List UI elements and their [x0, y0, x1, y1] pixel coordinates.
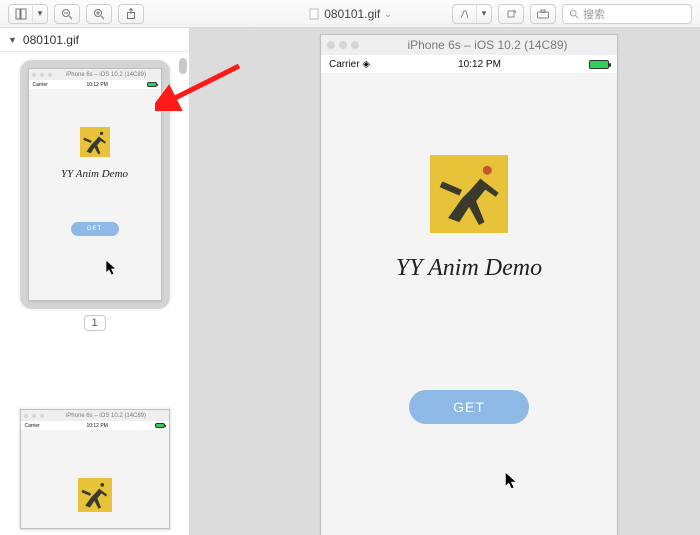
app-title: YY Anim Demo [61, 168, 128, 180]
traffic-lights [32, 73, 52, 77]
sidebar-file-header[interactable]: ▼ 080101.gif [0, 28, 189, 52]
status-bar: Carrier 10:12 PM [29, 80, 161, 89]
app-logo [80, 127, 110, 157]
battery-icon [589, 60, 609, 69]
canvas-area[interactable]: iPhone 6s – iOS 10.2 (14C89) Carrier ◈ 1… [190, 28, 700, 535]
battery-icon [147, 82, 157, 87]
cursor-icon [105, 259, 119, 277]
thumbnail-sim-1: iPhone 6s – iOS 10.2 (14C89) Carrier 10:… [28, 68, 162, 301]
wifi-icon: ◈ [362, 59, 370, 70]
rotate-button[interactable] [498, 4, 524, 24]
zoom-out-button[interactable] [54, 4, 80, 24]
get-button: GET [71, 222, 119, 236]
disclosure-triangle-icon[interactable]: ▼ [8, 35, 17, 45]
markup-icon[interactable] [453, 5, 477, 23]
share-icon [125, 8, 137, 20]
zoom-out-icon [61, 8, 73, 20]
search-field[interactable]: 搜索 [562, 4, 692, 24]
carrier-label: Carrier ◈ [329, 59, 370, 70]
app-logo [78, 478, 112, 512]
sim-window-titlebar: iPhone 6s – iOS 10.2 (14C89) [21, 410, 169, 421]
thumbnail-view-icon[interactable] [9, 5, 33, 23]
get-button[interactable]: GET [409, 390, 529, 424]
frame-thumbnail-1[interactable]: iPhone 6s – iOS 10.2 (14C89) Carrier 10:… [20, 60, 170, 309]
app-logo [430, 155, 508, 233]
toolbar: ▾ ▾ 搜索 [0, 0, 700, 28]
status-bar: Carrier ◈ 10:12 PM [321, 55, 617, 73]
cursor-icon [504, 471, 520, 491]
app-title: YY Anim Demo [396, 255, 542, 282]
main-preview: iPhone 6s – iOS 10.2 (14C89) Carrier ◈ 1… [320, 34, 618, 535]
search-placeholder: 搜索 [583, 6, 605, 22]
rotate-icon [505, 8, 517, 20]
dropdown-chevron-icon[interactable]: ▾ [33, 5, 47, 23]
traffic-lights [327, 41, 359, 49]
zoom-in-button[interactable] [86, 4, 112, 24]
sidebar-filename: 080101.gif [23, 33, 79, 47]
markup-segmented[interactable]: ▾ [452, 4, 492, 24]
thumbnails-sidebar: ▼ 080101.gif iPhone 6s – iOS 10.2 (14C89… [0, 28, 190, 535]
sim-window-titlebar: iPhone 6s – iOS 10.2 (14C89) [321, 35, 617, 55]
dropdown-chevron-icon[interactable]: ▾ [477, 5, 491, 23]
sim-window-titlebar: iPhone 6s – iOS 10.2 (14C89) [29, 69, 161, 80]
toolbox-icon [536, 8, 550, 20]
page-number-badge[interactable]: 1 [84, 315, 106, 331]
traffic-lights [24, 414, 44, 418]
share-button[interactable] [118, 4, 144, 24]
frame-thumbnail-2[interactable]: iPhone 6s – iOS 10.2 (14C89) Carrier 10:… [20, 409, 170, 529]
thumbnail-sim-2: iPhone 6s – iOS 10.2 (14C89) Carrier 10:… [20, 409, 170, 529]
battery-icon [155, 423, 165, 428]
clock-label: 10:12 PM [458, 59, 501, 70]
search-icon [569, 9, 579, 19]
sim-device-label: iPhone 6s – iOS 10.2 (14C89) [364, 38, 611, 52]
sidebar-view-segmented[interactable]: ▾ [8, 4, 48, 24]
edit-toolbar-button[interactable] [530, 4, 556, 24]
sidebar-scrollbar[interactable] [179, 58, 187, 74]
status-bar: Carrier 10:12 PM [21, 421, 169, 430]
zoom-in-icon [93, 8, 105, 20]
